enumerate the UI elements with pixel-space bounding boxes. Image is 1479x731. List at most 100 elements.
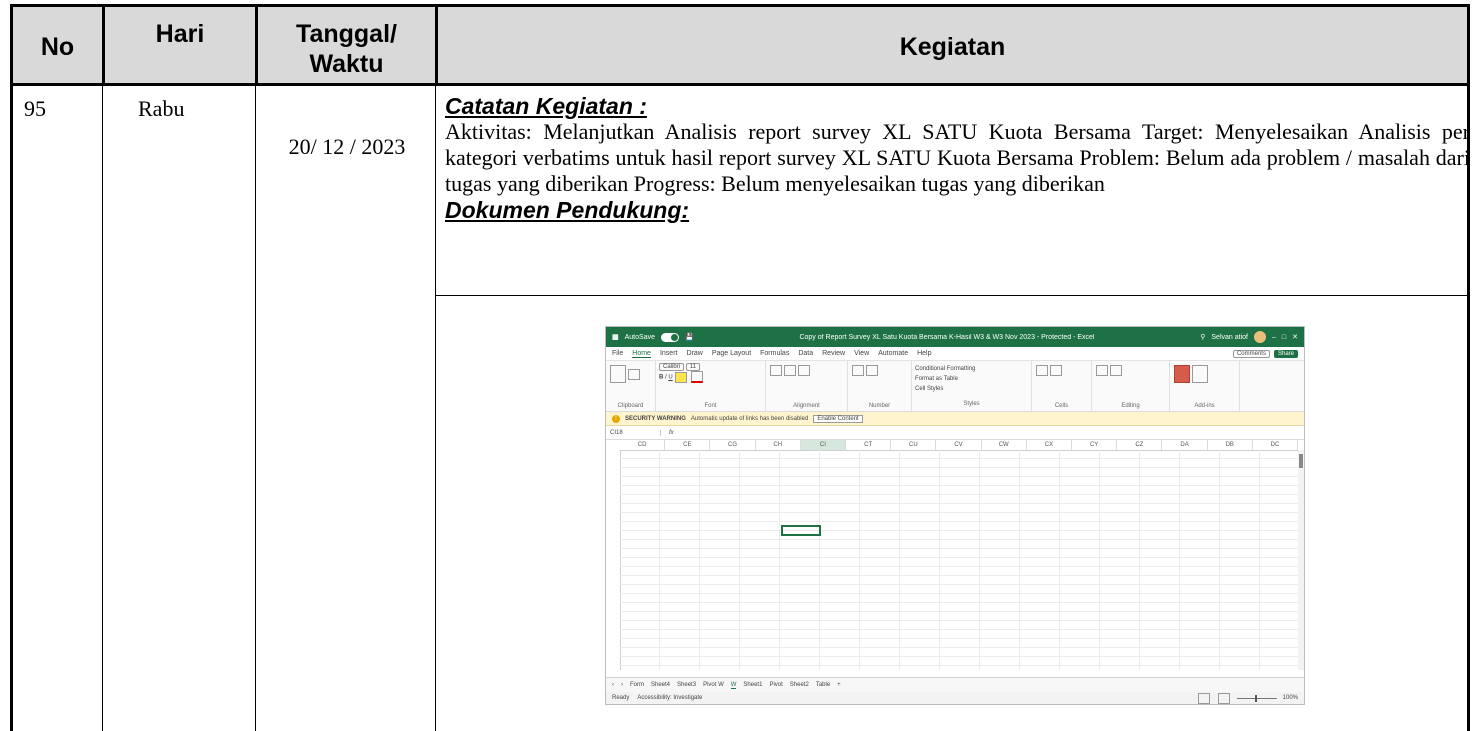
minimize-icon[interactable]: – — [1272, 334, 1276, 341]
menu-home[interactable]: Home — [632, 350, 651, 358]
underline-icon[interactable]: U — [668, 375, 672, 381]
add-ins-icon[interactable] — [1174, 365, 1190, 383]
wrap-icon[interactable] — [798, 365, 810, 376]
find-select-icon[interactable] — [1110, 365, 1122, 376]
sheet-tab[interactable]: Pivot W — [703, 682, 724, 688]
menu-view[interactable]: View — [854, 350, 869, 357]
worksheet-grid[interactable]: CD CE CG CH CI CT CU CV CW CX CY CZ DA D… — [606, 440, 1304, 670]
ribbon-cells: Cells — [1032, 361, 1092, 411]
menu-help[interactable]: Help — [917, 350, 931, 357]
column-header[interactable]: CX — [1027, 440, 1073, 450]
currency-icon[interactable] — [852, 365, 864, 376]
menu-review[interactable]: Review — [822, 350, 845, 357]
selected-cell[interactable] — [781, 525, 821, 536]
sheet-tab[interactable]: Table — [816, 682, 830, 688]
conditional-formatting-button[interactable]: Conditional Formatting — [915, 364, 1028, 374]
vertical-scrollbar[interactable] — [1298, 450, 1304, 670]
column-header[interactable]: CT — [846, 440, 892, 450]
menu-automate[interactable]: Automate — [878, 350, 908, 357]
sort-filter-icon[interactable] — [1096, 365, 1108, 376]
styles-label: Styles — [963, 401, 980, 407]
delete-cells-icon[interactable] — [1050, 365, 1062, 376]
menu-draw[interactable]: Draw — [686, 350, 702, 357]
sheet-tab[interactable]: Sheet3 — [677, 682, 696, 688]
column-header[interactable]: CZ — [1117, 440, 1163, 450]
search-icon[interactable]: ⚲ — [1200, 333, 1205, 341]
column-header[interactable]: DA — [1162, 440, 1208, 450]
share-button[interactable]: Share — [1273, 349, 1298, 358]
tab-prev-icon[interactable]: ‹ — [612, 682, 614, 688]
normal-view-icon[interactable] — [1197, 692, 1210, 704]
column-header[interactable]: CU — [891, 440, 937, 450]
status-right: 100% — [1197, 692, 1298, 705]
font-color-icon[interactable] — [691, 371, 704, 383]
editing-label: Editing — [1121, 403, 1140, 409]
ribbon-addins: Add-ins — [1170, 361, 1240, 411]
menu-data[interactable]: Data — [798, 350, 813, 357]
column-header[interactable]: CW — [982, 440, 1027, 450]
sheet-tab-active[interactable]: W — [730, 682, 737, 689]
status-ready: Ready — [612, 695, 630, 701]
row-tanggal: 20/ 12 / 2023 — [288, 134, 406, 159]
excel-menubar: File Home Insert Draw Page Layout Formul… — [606, 347, 1304, 361]
percent-icon[interactable] — [866, 365, 878, 376]
format-as-table-button[interactable]: Format as Table — [915, 374, 1028, 384]
warning-title: SECURITY WARNING — [625, 415, 686, 422]
align-center-icon[interactable] — [784, 365, 796, 376]
user-name: Selvan atiof — [1211, 333, 1248, 341]
paste-icon[interactable] — [610, 365, 626, 383]
header-kegiatan: Kegiatan — [435, 4, 1470, 86]
ribbon-font: Calibri 11 B I U Font — [656, 361, 766, 411]
avatar[interactable] — [1253, 331, 1266, 343]
column-header[interactable]: CY — [1072, 440, 1118, 450]
autosave-toggle[interactable] — [660, 332, 679, 342]
column-header[interactable]: CG — [710, 440, 756, 450]
name-box[interactable]: CI18 — [610, 429, 661, 436]
add-sheet-icon[interactable]: + — [837, 682, 841, 688]
accessibility-status[interactable]: Accessibility: Investigate — [637, 695, 702, 701]
save-icon[interactable]: 💾 — [685, 333, 694, 341]
fill-color-icon[interactable] — [675, 371, 688, 383]
cut-icon[interactable] — [628, 368, 640, 380]
menu-page-layout[interactable]: Page Layout — [712, 350, 751, 357]
warning-icon: ! — [612, 414, 620, 423]
row-no: 95 — [24, 96, 46, 121]
column-header[interactable]: DC — [1253, 440, 1299, 450]
column-header[interactable]: CE — [665, 440, 711, 450]
border-left — [10, 86, 13, 731]
tab-next-icon[interactable]: › — [621, 682, 623, 688]
dokumen-divider — [435, 295, 1468, 296]
maximize-icon[interactable]: □ — [1282, 334, 1286, 341]
analyze-data-icon[interactable] — [1192, 365, 1208, 383]
font-size-select[interactable]: 11 — [685, 363, 700, 371]
italic-icon[interactable]: I — [665, 375, 667, 381]
menu-file[interactable]: File — [612, 350, 623, 357]
column-header[interactable]: CD — [620, 440, 666, 450]
column-header[interactable]: CH — [756, 440, 801, 450]
font-name-select[interactable]: Calibri — [659, 363, 685, 371]
bold-icon[interactable]: B — [659, 375, 663, 381]
security-warning-bar: ! SECURITY WARNING Automatic update of l… — [606, 412, 1304, 426]
warning-text: Automatic update of links has been disab… — [690, 415, 809, 422]
column-header-selected[interactable]: CI — [800, 440, 847, 450]
close-icon[interactable]: ✕ — [1292, 333, 1298, 341]
insert-cells-icon[interactable] — [1036, 365, 1048, 376]
sheet-tab[interactable]: Form — [630, 682, 644, 688]
sheet-tab[interactable]: Sheet4 — [651, 682, 670, 688]
comments-button[interactable]: Comments — [1232, 349, 1270, 358]
row-hari: Rabu — [138, 96, 185, 121]
menu-insert[interactable]: Insert — [660, 350, 678, 357]
sheet-tab[interactable]: Pivot — [769, 682, 782, 688]
ribbon-editing: Editing — [1092, 361, 1170, 411]
menu-formulas[interactable]: Formulas — [760, 350, 789, 357]
border-col2 — [255, 86, 256, 731]
zoom-slider[interactable] — [1236, 694, 1277, 702]
sheet-tab[interactable]: Sheet2 — [790, 682, 809, 688]
column-header[interactable]: DB — [1208, 440, 1253, 450]
enable-content-button[interactable]: Enable Content — [813, 414, 863, 423]
column-header[interactable]: CV — [936, 440, 982, 450]
sheet-tab[interactable]: Sheet1 — [743, 682, 762, 688]
page-layout-view-icon[interactable] — [1217, 692, 1230, 704]
cell-styles-button[interactable]: Cell Styles — [915, 384, 1028, 394]
align-left-icon[interactable] — [770, 365, 782, 376]
